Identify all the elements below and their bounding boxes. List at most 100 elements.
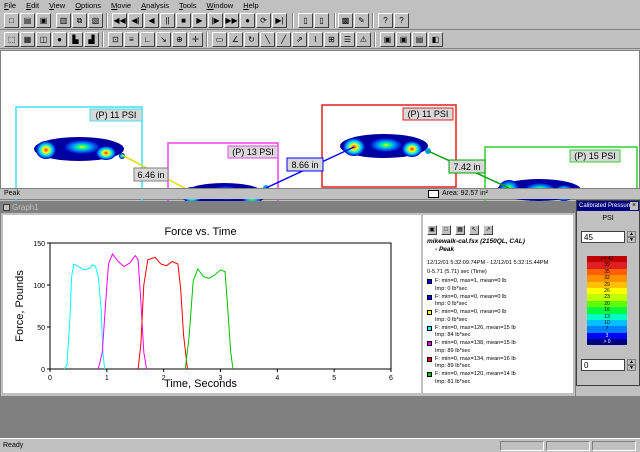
paste-icon[interactable]: ▧: [88, 13, 103, 28]
menu-analysis[interactable]: Analysis: [141, 1, 169, 10]
graph-body: Force vs. Time 0 1 2 3 4 5 6 0 50 100 150 Time, Seco…: [1, 213, 575, 396]
calib-icon[interactable]: ▩: [338, 13, 353, 28]
legend-impulse: Imp: 0 lb*sec: [435, 316, 468, 323]
menu-view[interactable]: View: [49, 1, 65, 10]
rotate-icon[interactable]: ↻: [244, 32, 259, 47]
axes-icon[interactable]: ✛: [188, 32, 203, 47]
record-icon[interactable]: ●: [240, 13, 255, 28]
new-file-icon[interactable]: □: [4, 13, 19, 28]
vector-icon[interactable]: ⇗: [292, 32, 307, 47]
print-icon[interactable]: ▥: [56, 13, 71, 28]
legend-grid-icon[interactable]: ▦: [455, 225, 465, 235]
cam4-icon[interactable]: ◧: [428, 32, 443, 47]
angle-icon[interactable]: ∠: [228, 32, 243, 47]
distance-1-label: 6.46 in: [137, 170, 164, 180]
pause-icon[interactable]: ||: [160, 13, 175, 28]
menu-options[interactable]: Options: [75, 1, 101, 10]
scale-icon[interactable]: ≡: [124, 32, 139, 47]
status-pane: [592, 441, 636, 451]
end-icon[interactable]: ▶|: [272, 13, 287, 28]
y-tick-label: 0: [41, 367, 45, 374]
min-pressure-input[interactable]: 0: [581, 359, 625, 371]
stop-icon[interactable]: ■: [176, 13, 191, 28]
max-pressure-input[interactable]: 45: [581, 231, 625, 243]
force-time-chart[interactable]: Force vs. Time 0 1 2 3 4 5 6 0 50 100 150 Time, Seco…: [3, 215, 421, 393]
menu-window[interactable]: Window: [207, 1, 234, 10]
open-file-icon[interactable]: ▤: [20, 13, 35, 28]
legend-swatch: [427, 372, 432, 377]
arrow-icon[interactable]: ↘: [156, 32, 171, 47]
spin-down-icon[interactable]: ▼: [627, 365, 636, 371]
calibrated-pressure-panel[interactable]: Calibrated Pressure × PSI 45 ▲ ▼ >= 42 39 3…: [576, 200, 640, 386]
legend-box-icon[interactable]: ▣: [427, 225, 437, 235]
legend-cursor-icon[interactable]: ↖: [469, 225, 479, 235]
legend-swatch: [427, 341, 432, 346]
legend-date-range: 12/12/01 5:32:09.74PM - 12/12/01 5:32:15…: [427, 260, 549, 266]
play-icon[interactable]: ▶: [192, 13, 207, 28]
area-icon: [428, 190, 439, 198]
legend-force: F: min=0, max=134, mean=16 lb: [435, 355, 516, 362]
legend-swatch: [427, 310, 432, 315]
menu-edit[interactable]: Edit: [26, 1, 39, 10]
context-help-icon[interactable]: ?: [394, 13, 409, 28]
graph-window[interactable]: Graph1 Force vs. Time 0 1 2 3 4 5 6 0 50 100 150 Tim…: [0, 201, 576, 396]
step-back-icon[interactable]: ◀|: [128, 13, 143, 28]
help-icon[interactable]: ?: [378, 13, 393, 28]
toolbar-separator: [292, 13, 294, 28]
line2-icon[interactable]: ╱: [276, 32, 291, 47]
frame-icon[interactable]: ▯: [298, 13, 313, 28]
legend-file-name: mikewalk-cal.fsx (2150QL, CAL): [427, 238, 525, 245]
chart-icon[interactable]: ∟: [140, 32, 155, 47]
play-back-icon[interactable]: ◀: [144, 13, 159, 28]
rewind-icon[interactable]: ◀◀: [112, 13, 127, 28]
footprint-4-label: (P) 15 PSI: [574, 151, 616, 161]
min-pressure-spinner[interactable]: ▲ ▼: [627, 359, 636, 371]
step-fwd-icon[interactable]: |▶: [208, 13, 223, 28]
fast-fwd-icon[interactable]: ▶▶: [224, 13, 239, 28]
legend-pointer-icon[interactable]: ↗: [483, 225, 493, 235]
ellipse-icon[interactable]: ●: [52, 32, 67, 47]
box-icon[interactable]: ⊡: [108, 32, 123, 47]
close-icon[interactable]: ×: [630, 202, 638, 210]
status-pane: [500, 441, 544, 451]
menu-movie[interactable]: Movie: [111, 1, 131, 10]
report-icon[interactable]: ☰: [340, 32, 355, 47]
center-icon[interactable]: ⊕: [172, 32, 187, 47]
cam3-icon[interactable]: ▤: [412, 32, 427, 47]
calibrated-pressure-titlebar[interactable]: Calibrated Pressure ×: [577, 201, 639, 211]
copy-icon[interactable]: ⧉: [72, 13, 87, 28]
y-tick-label: 50: [37, 325, 45, 332]
loop-icon[interactable]: ⟳: [256, 13, 271, 28]
legend-force: F: min=0, max=0, mean=0 lb: [435, 309, 507, 315]
bar3d-icon[interactable]: ▙: [68, 32, 83, 47]
region-icon[interactable]: ◫: [36, 32, 51, 47]
y-axis-label: Force, Pounds: [14, 270, 26, 342]
analysis-toolbar: ⬚ ▦ ◫ ● ▙ ▟ ⊡ ≡ ∟ ↘ ⊕ ✛ ▭ ∠ ↻ ╲ ╱ ⇗ ⌇ ⊞ ☰ ⚠ ▣ ▣ ▤ ◧: [0, 30, 640, 49]
surface-icon[interactable]: ▟: [84, 32, 99, 47]
area-icon[interactable]: ▭: [212, 32, 227, 47]
max-pressure-spinner[interactable]: ▲ ▼: [627, 231, 636, 243]
menu-file[interactable]: File: [4, 1, 16, 10]
menu-help[interactable]: Help: [243, 1, 258, 10]
legend-frame-icon[interactable]: □: [441, 225, 451, 235]
tool-icon[interactable]: ✎: [354, 13, 369, 28]
select-icon[interactable]: ⬚: [4, 32, 19, 47]
graph-window-titlebar[interactable]: Graph1: [1, 202, 575, 213]
cam2-icon[interactable]: ▣: [396, 32, 411, 47]
profile-icon[interactable]: ⌇: [308, 32, 323, 47]
zoom-icon[interactable]: ⊞: [324, 32, 339, 47]
alarm-icon[interactable]: ⚠: [356, 32, 371, 47]
distance-2-label: 8.66 in: [291, 160, 318, 170]
legend-impulse: Imp: 0 lb*sec: [435, 285, 468, 292]
menu-tools[interactable]: Tools: [179, 1, 197, 10]
line-icon[interactable]: ╲: [260, 32, 275, 47]
frame2-icon[interactable]: ▯: [314, 13, 329, 28]
toolbar-separator: [106, 13, 108, 28]
legend-impulse: Imp: 0 lb*sec: [435, 301, 468, 307]
save-icon[interactable]: ▣: [36, 13, 51, 28]
footprint-view[interactable]: (P) 11 PSI (P) 13 PSI (P) 11 PSI (P) 15 …: [0, 50, 640, 236]
grid-icon[interactable]: ▦: [20, 32, 35, 47]
footprint-status-bar: Peak Area: 92.57 in²: [0, 188, 640, 199]
cam-icon[interactable]: ▣: [380, 32, 395, 47]
spin-down-icon[interactable]: ▼: [627, 237, 636, 243]
